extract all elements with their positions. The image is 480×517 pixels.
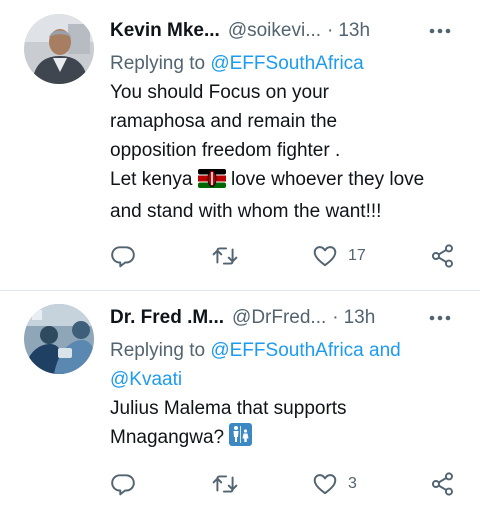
reply-icon	[110, 471, 136, 497]
like-count: 17	[348, 247, 366, 264]
tweet-text-line-with-emoji: Mnagangwa?	[110, 423, 464, 455]
mention-link[interactable]: @EFFSouthAfrica and	[210, 340, 400, 361]
tweet-text-line-with-emoji: Let kenya love whoever they love	[110, 165, 464, 197]
like-count: 3	[348, 475, 357, 492]
reply-icon	[110, 243, 136, 269]
tweet-text-fragment: love whoever they love	[230, 169, 425, 190]
retweet-icon	[212, 243, 238, 269]
tweet-text-fragment: Let kenya	[110, 169, 193, 190]
heart-icon	[312, 471, 338, 497]
avatar[interactable]	[24, 14, 94, 84]
replying-to-label: Replying to	[110, 340, 206, 361]
tweet-body: Replying to @EFFSouthAfrica and @Kvaati …	[110, 336, 464, 455]
tweet-body: Replying to @EFFSouthAfrica You should F…	[110, 49, 464, 226]
tweet-header: Kevin Mke... @soikevi... · 13h	[110, 18, 464, 44]
replying-to-continued: @Kvaati	[110, 365, 464, 394]
retweet-icon	[212, 471, 238, 497]
like-button[interactable]: 3	[312, 469, 357, 499]
tweet[interactable]: Dr. Fred .M... @DrFred... · 13h Replying…	[0, 291, 480, 517]
action-bar: 17	[108, 241, 468, 271]
retweet-button[interactable]	[212, 469, 238, 499]
more-options-icon[interactable]	[426, 18, 454, 44]
timestamp[interactable]: 13h	[344, 307, 376, 329]
mention-link[interactable]: @EFFSouthAfrica	[210, 53, 363, 74]
author-handle[interactable]: @soikevi...	[228, 20, 321, 42]
tweet-text-line: opposition freedom fighter .	[110, 140, 341, 161]
heart-icon	[312, 243, 338, 269]
author-name[interactable]: Kevin Mke...	[110, 20, 220, 42]
share-button[interactable]	[430, 241, 456, 271]
more-options-icon[interactable]	[426, 305, 454, 331]
avatar[interactable]	[24, 304, 94, 374]
kenya-flag-icon	[197, 168, 226, 197]
author-name[interactable]: Dr. Fred .M...	[110, 307, 224, 329]
tweet-text-line: You should Focus on your	[110, 82, 330, 103]
replying-to: Replying to @EFFSouthAfrica	[110, 49, 464, 78]
mention-link[interactable]: @Kvaati	[110, 369, 182, 390]
action-bar: 3	[108, 469, 468, 499]
tweet-text-line: and stand with whom the want!!!	[110, 201, 382, 222]
author-handle[interactable]: @DrFred...	[232, 307, 326, 329]
timestamp[interactable]: 13h	[338, 20, 370, 42]
tweet-text-line: Julius Malema that supports	[110, 398, 347, 419]
tweet[interactable]: Kevin Mke... @soikevi... · 13h Replying …	[0, 0, 480, 290]
reply-button[interactable]	[110, 241, 136, 271]
replying-to-label: Replying to	[110, 53, 206, 74]
share-button[interactable]	[430, 469, 456, 499]
restroom-icon	[229, 423, 253, 455]
share-icon	[430, 243, 456, 269]
separator: ·	[327, 20, 334, 41]
replying-to: Replying to @EFFSouthAfrica and	[110, 336, 464, 365]
separator: ·	[332, 307, 339, 328]
reply-button[interactable]	[110, 469, 136, 499]
tweet-text-line: ramaphosa and remain the	[110, 111, 338, 132]
like-button[interactable]: 17	[312, 241, 366, 271]
retweet-button[interactable]	[212, 241, 238, 271]
share-icon	[430, 471, 456, 497]
tweet-header: Dr. Fred .M... @DrFred... · 13h	[110, 305, 464, 331]
tweet-text-fragment: Mnagangwa?	[110, 427, 225, 448]
